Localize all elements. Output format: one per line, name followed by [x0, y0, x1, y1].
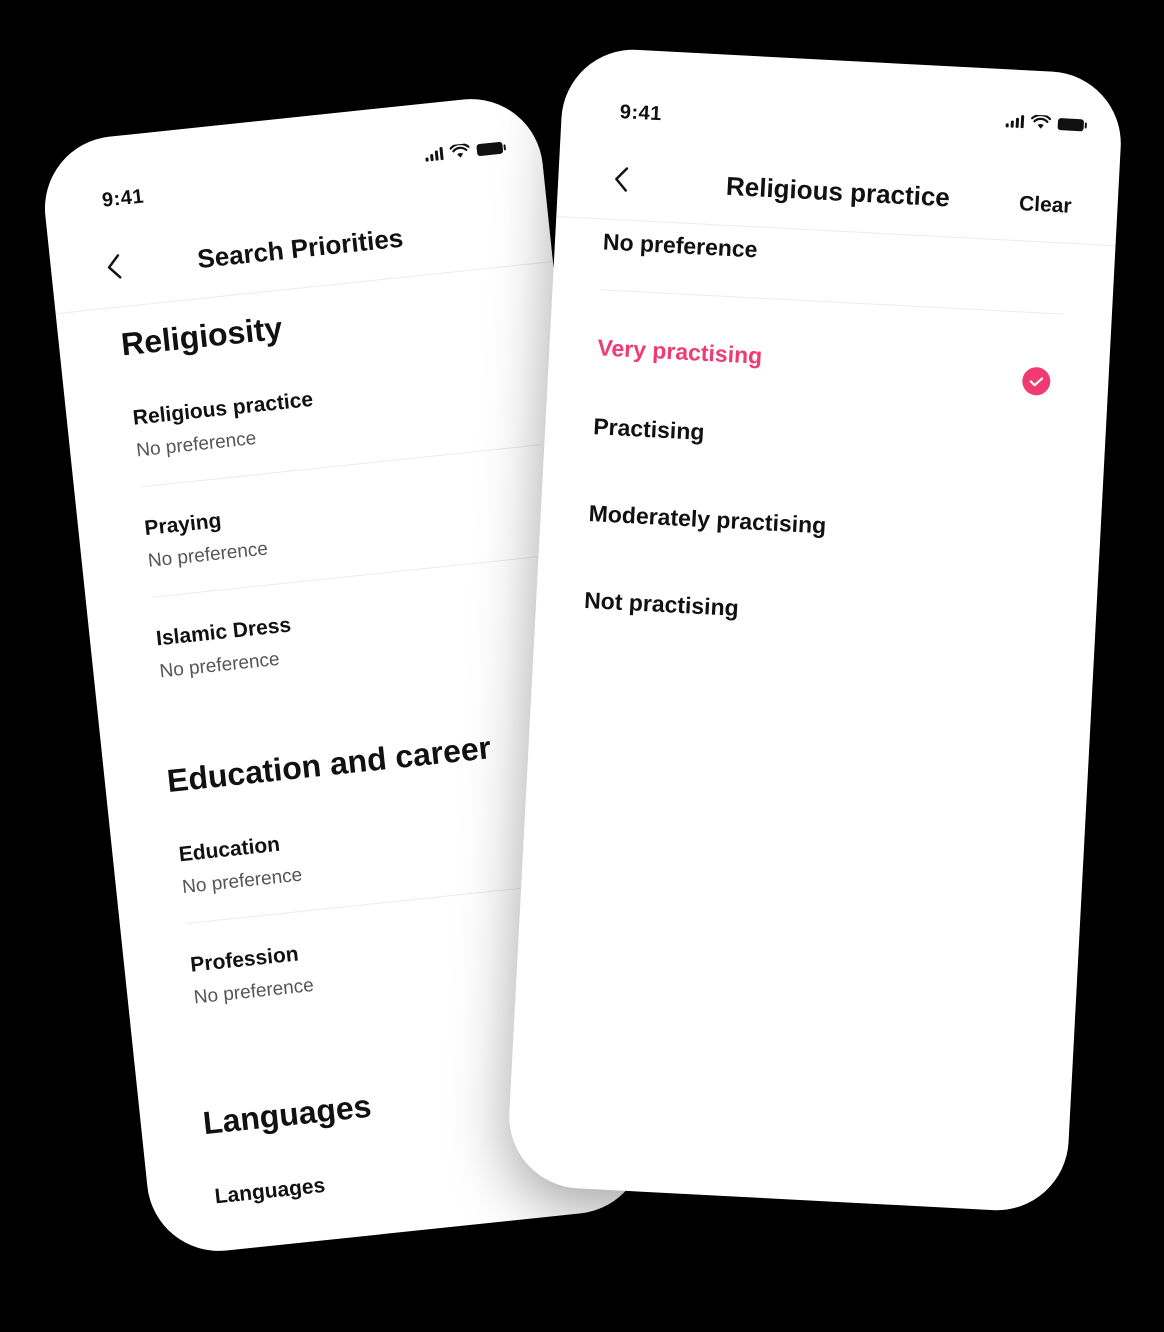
- priority-item-praying[interactable]: Praying No preference: [143, 475, 551, 573]
- option-label: Very practising: [596, 334, 763, 369]
- status-bar: 9:41: [562, 46, 1125, 145]
- religious-practice-screen: 9:41 Religious practice Clear No prefere…: [505, 46, 1125, 1214]
- status-icons: [424, 140, 504, 162]
- checkmark-icon: [1021, 366, 1052, 396]
- priority-item-religious-practice[interactable]: Religious practice No preference: [132, 365, 540, 463]
- battery-icon: [1057, 118, 1085, 132]
- option-practising[interactable]: Practising: [593, 413, 1058, 464]
- divider: [600, 289, 1064, 315]
- status-icons: [1005, 113, 1085, 132]
- clear-button[interactable]: Clear: [1018, 192, 1072, 219]
- cellular-signal-icon: [424, 146, 444, 162]
- wifi-icon: [449, 143, 470, 158]
- priority-item-islamic-dress[interactable]: Islamic Dress No preference: [155, 585, 563, 683]
- cellular-signal-icon: [1005, 114, 1025, 129]
- practice-options: No preference Very practising Practising…: [536, 226, 1115, 641]
- option-moderately-practising[interactable]: Moderately practising: [588, 500, 1053, 551]
- status-time: 9:41: [100, 185, 146, 212]
- option-not-practising[interactable]: Not practising: [584, 587, 1049, 638]
- wifi-icon: [1030, 114, 1052, 129]
- battery-icon: [476, 141, 504, 157]
- option-very-practising[interactable]: Very practising: [596, 334, 1062, 396]
- status-time: 9:41: [619, 101, 663, 126]
